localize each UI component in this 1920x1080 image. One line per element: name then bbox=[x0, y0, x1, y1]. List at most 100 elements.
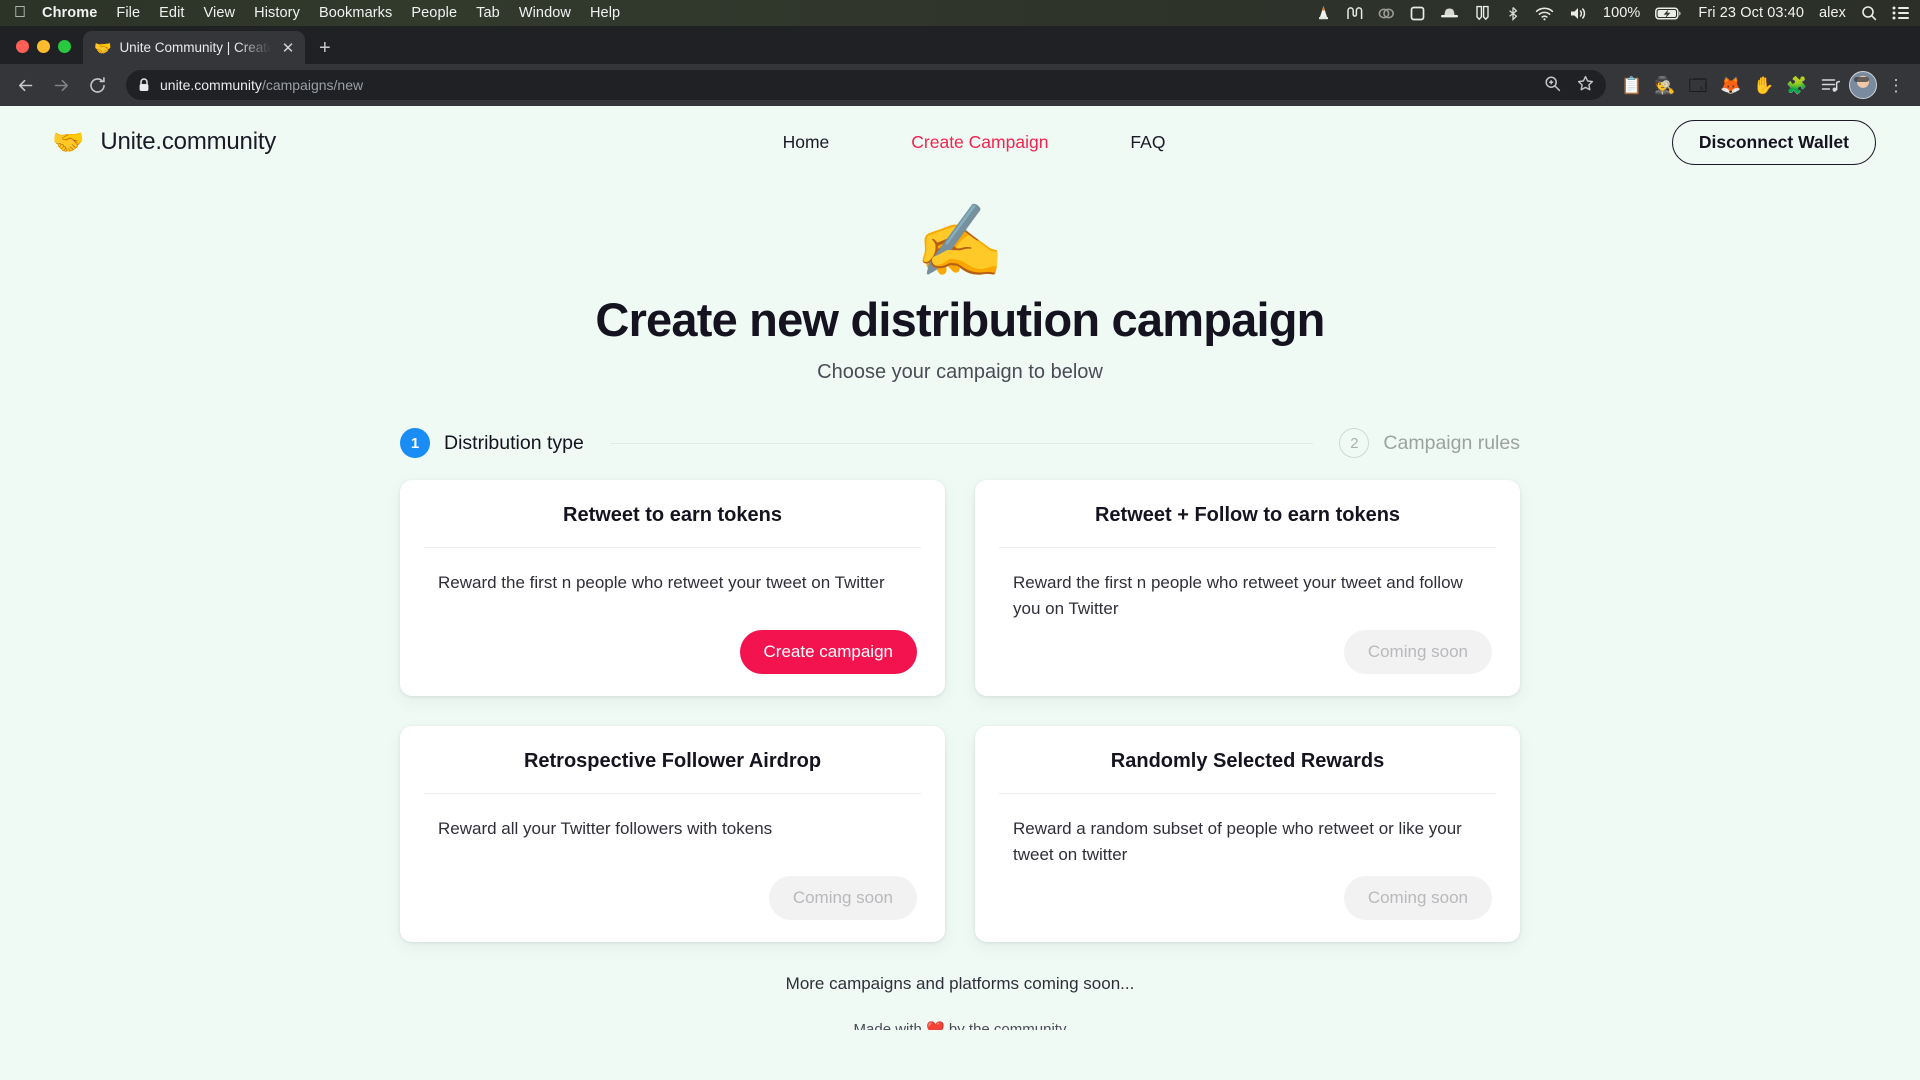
nav-link-create-campaign[interactable]: Create Campaign bbox=[911, 132, 1048, 153]
window-controls bbox=[12, 40, 83, 64]
vlc-cone-icon[interactable] bbox=[1316, 5, 1331, 21]
brand-logo-link[interactable]: 🤝 Unite.community bbox=[52, 128, 276, 156]
nav-link-faq[interactable]: FAQ bbox=[1130, 132, 1165, 153]
puzzle-extensions-icon[interactable]: 🧩 bbox=[1783, 71, 1811, 99]
reload-icon[interactable] bbox=[82, 70, 112, 100]
clipboard-extension-icon[interactable]: 📋 bbox=[1618, 71, 1646, 99]
spy-extension-icon[interactable]: 🕵 bbox=[1651, 71, 1679, 99]
coming-soon-button: Coming soon bbox=[1343, 876, 1492, 920]
card-actions: Create campaign bbox=[428, 630, 917, 674]
menu-item-chrome[interactable]: Chrome bbox=[42, 5, 97, 21]
campaign-card[interactable]: Retweet + Follow to earn tokens Reward t… bbox=[975, 480, 1520, 696]
profile-avatar[interactable] bbox=[1849, 71, 1877, 99]
browser-chrome: 🤝 Unite Community | Create Cam ✕ + unite… bbox=[0, 26, 1920, 106]
browser-tab[interactable]: 🤝 Unite Community | Create Cam ✕ bbox=[83, 31, 305, 64]
page-title: Create new distribution campaign bbox=[595, 293, 1325, 346]
address-bar[interactable]: unite.community/campaigns/new bbox=[126, 70, 1606, 100]
bookmark-star-icon[interactable] bbox=[1577, 75, 1594, 95]
tab-title: Unite Community | Create Cam bbox=[119, 40, 271, 55]
menu-item-file[interactable]: File bbox=[116, 5, 140, 21]
battery-percent-label: 100% bbox=[1602, 5, 1641, 21]
tab-favicon: 🤝 bbox=[94, 39, 112, 56]
menu-item-history[interactable]: History bbox=[254, 5, 300, 21]
media-queue-icon[interactable] bbox=[1816, 71, 1844, 99]
close-button[interactable] bbox=[16, 40, 29, 53]
url-path: /campaigns/new bbox=[261, 77, 364, 93]
disconnect-wallet-button[interactable]: Disconnect Wallet bbox=[1671, 119, 1876, 165]
tabs-extension-icon[interactable]: 🗔 bbox=[1684, 71, 1712, 99]
menu-item-bookmarks[interactable]: Bookmarks bbox=[319, 5, 392, 21]
step-2-number: 2 bbox=[1339, 428, 1370, 458]
card-title: Retrospective Follower Airdrop bbox=[523, 750, 822, 772]
back-icon[interactable] bbox=[10, 70, 40, 100]
control-center-icon[interactable] bbox=[1892, 6, 1910, 20]
macos-menu-bar:  Chrome File Edit View History Bookmark… bbox=[0, 0, 1920, 26]
site-lock-icon[interactable] bbox=[138, 78, 150, 92]
metamask-fox-icon[interactable]: 🦊 bbox=[1717, 71, 1745, 99]
bitwarden-icon[interactable] bbox=[1474, 5, 1491, 21]
menu-item-edit[interactable]: Edit bbox=[159, 5, 184, 21]
step-distribution-type[interactable]: 1 Distribution type bbox=[400, 428, 584, 458]
campaign-card[interactable]: Retweet to earn tokens Reward the first … bbox=[400, 480, 945, 696]
omnibox-toolbar: unite.community/campaigns/new 📋 🕵 🗔 🦊 ✋ … bbox=[0, 64, 1920, 106]
new-tab-icon[interactable]: + bbox=[319, 38, 331, 58]
spotlight-search-icon[interactable] bbox=[1861, 5, 1877, 21]
card-actions: Coming soon bbox=[428, 876, 917, 920]
zoom-search-icon[interactable] bbox=[1544, 75, 1561, 95]
menu-item-help[interactable]: Help bbox=[590, 5, 620, 21]
create-campaign-button[interactable]: Create campaign bbox=[739, 630, 917, 674]
volume-icon[interactable] bbox=[1569, 6, 1588, 21]
creative-cloud-icon[interactable] bbox=[1378, 6, 1395, 21]
writing-hand-icon: ✍️ bbox=[915, 202, 1005, 282]
step-1-number: 1 bbox=[400, 428, 430, 458]
card-title: Retweet + Follow to earn tokens bbox=[1094, 504, 1401, 526]
menu-bar-clock[interactable]: Fri 23 Oct 03:40 bbox=[1698, 5, 1804, 21]
tab-close-icon[interactable]: ✕ bbox=[279, 39, 297, 57]
extensions-toolbar: 📋 🕵 🗔 🦊 ✋ 🧩 ⋮ bbox=[1618, 71, 1910, 99]
nav-link-home[interactable]: Home bbox=[783, 132, 830, 153]
apple-menu-icon[interactable]:  bbox=[14, 5, 26, 21]
site-footer-partial: Made with ❤️ by the community bbox=[853, 1021, 1067, 1030]
step-2-label: Campaign rules bbox=[1383, 431, 1520, 454]
hero-section: ✍️ Create new distribution campaign Choo… bbox=[0, 178, 1920, 384]
forward-icon[interactable] bbox=[46, 70, 76, 100]
card-actions: Coming soon bbox=[1003, 630, 1492, 674]
site-header: 🤝 Unite.community Home Create Campaign F… bbox=[0, 106, 1920, 178]
battery-charging-icon[interactable] bbox=[1655, 6, 1683, 21]
card-description: Reward all your Twitter followers with t… bbox=[438, 819, 773, 838]
handshake-logo-icon: 🤝 bbox=[52, 127, 85, 157]
minimize-button[interactable] bbox=[37, 40, 50, 53]
brand-name: Unite.community bbox=[100, 128, 277, 155]
wifi-icon[interactable] bbox=[1535, 6, 1554, 21]
coming-soon-button: Coming soon bbox=[1343, 630, 1492, 674]
campaign-card[interactable]: Retrospective Follower Airdrop Reward al… bbox=[400, 726, 945, 942]
omnibox-actions bbox=[1544, 75, 1594, 95]
incognito-hat-icon[interactable] bbox=[1440, 6, 1459, 21]
step-1-label: Distribution type bbox=[444, 431, 584, 454]
page-content: 🤝 Unite.community Home Create Campaign F… bbox=[0, 106, 1920, 1080]
card-description: Reward the first n people who retweet yo… bbox=[1013, 573, 1463, 618]
step-campaign-rules: 2 Campaign rules bbox=[1339, 428, 1520, 458]
bluetooth-icon[interactable] bbox=[1506, 6, 1520, 21]
square-icon[interactable] bbox=[1410, 6, 1425, 21]
chrome-menu-icon[interactable]: ⋮ bbox=[1882, 71, 1910, 99]
campaign-type-grid: Retweet to earn tokens Reward the first … bbox=[400, 480, 1520, 942]
coming-soon-button: Coming soon bbox=[768, 876, 917, 920]
menu-item-tab[interactable]: Tab bbox=[476, 5, 500, 21]
blocker-hand-icon[interactable]: ✋ bbox=[1750, 71, 1778, 99]
menu-bar-username[interactable]: alex bbox=[1819, 5, 1846, 21]
campaign-card[interactable]: Randomly Selected Rewards Reward a rando… bbox=[975, 726, 1520, 942]
url-host: unite.community bbox=[160, 77, 262, 93]
card-title: Randomly Selected Rewards bbox=[1110, 750, 1385, 772]
page-subtitle: Choose your campaign to below bbox=[817, 361, 1103, 383]
menu-item-window[interactable]: Window bbox=[519, 5, 571, 21]
shottr-icon[interactable] bbox=[1346, 6, 1363, 21]
coming-soon-note: More campaigns and platforms coming soon… bbox=[785, 974, 1135, 993]
zoom-button[interactable] bbox=[58, 40, 71, 53]
campaign-stepper: 1 Distribution type 2 Campaign rules bbox=[400, 428, 1520, 458]
menu-item-view[interactable]: View bbox=[204, 5, 236, 21]
main-nav: Home Create Campaign FAQ bbox=[783, 132, 1166, 153]
card-actions: Coming soon bbox=[1003, 876, 1492, 920]
menu-item-people[interactable]: People bbox=[411, 5, 457, 21]
card-description: Reward the first n people who retweet yo… bbox=[438, 573, 885, 592]
